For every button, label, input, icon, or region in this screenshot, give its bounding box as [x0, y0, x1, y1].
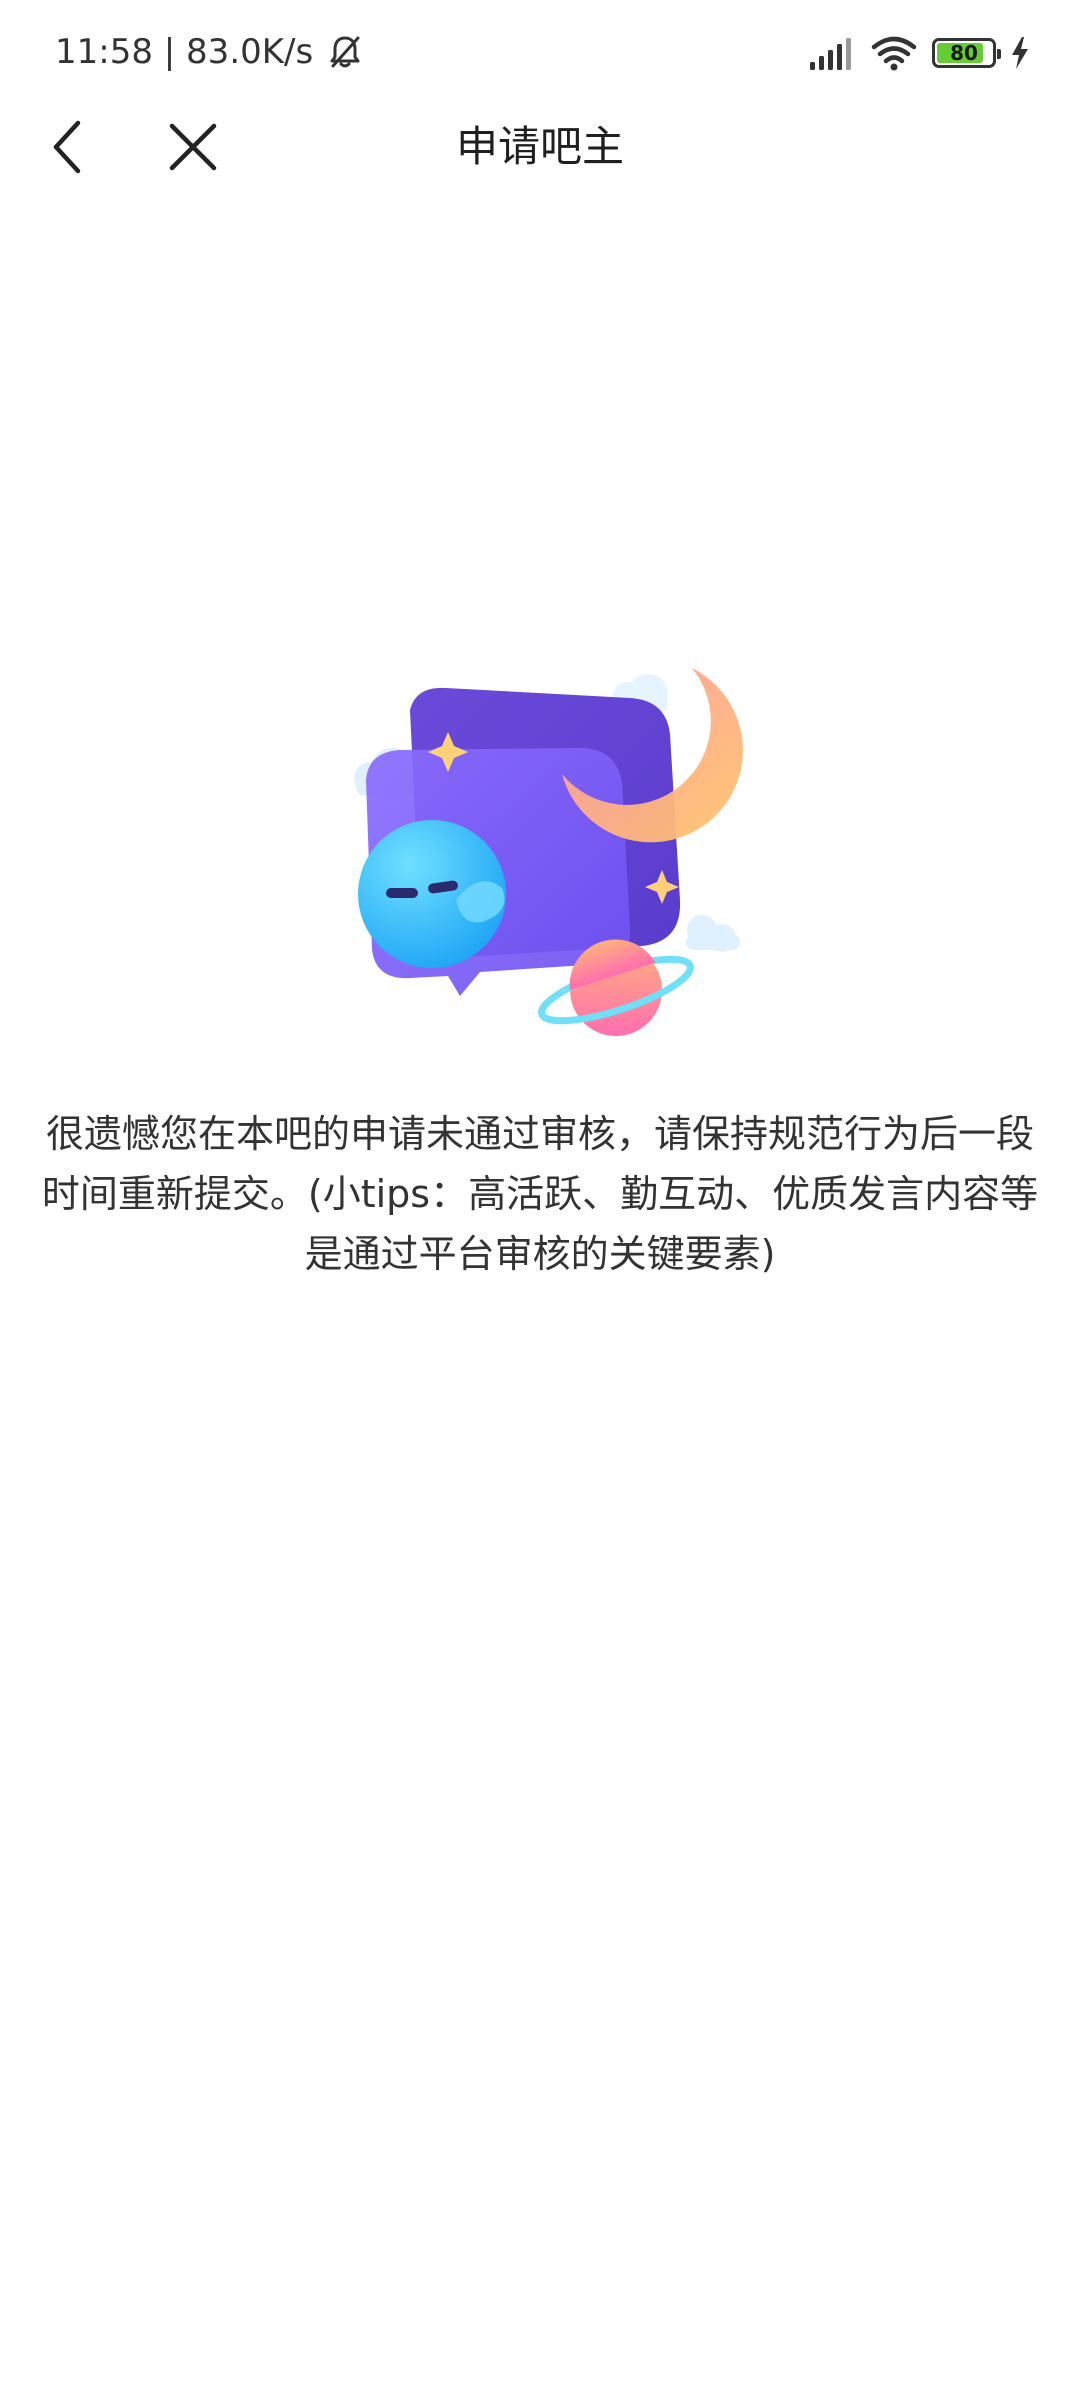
rejection-message: 很遗憾您在本吧的申请未通过审核，请保持规范行为后一段时间重新提交。(小tips：…: [41, 1112, 1039, 1276]
nav-bar: 申请吧主: [0, 104, 1080, 190]
wifi-icon: [871, 36, 917, 71]
status-bar: 11:58 | 83.0K/s 80: [0, 0, 1080, 104]
status-left: 11:58 | 83.0K/s: [55, 28, 365, 76]
sleeping-chat-bubble-illustration: [354, 668, 743, 1036]
charging-icon: [1012, 37, 1028, 69]
bell-off-icon: [330, 36, 360, 68]
status-time-speed: 11:58 | 83.0K/s: [55, 32, 314, 72]
status-right: 80: [808, 30, 1030, 76]
cloud-right: [686, 915, 740, 952]
page-title: 申请吧主: [455, 122, 624, 171]
battery-icon: 80: [932, 38, 1001, 68]
battery-level: 80: [950, 41, 978, 65]
signal-icon: [810, 38, 851, 70]
